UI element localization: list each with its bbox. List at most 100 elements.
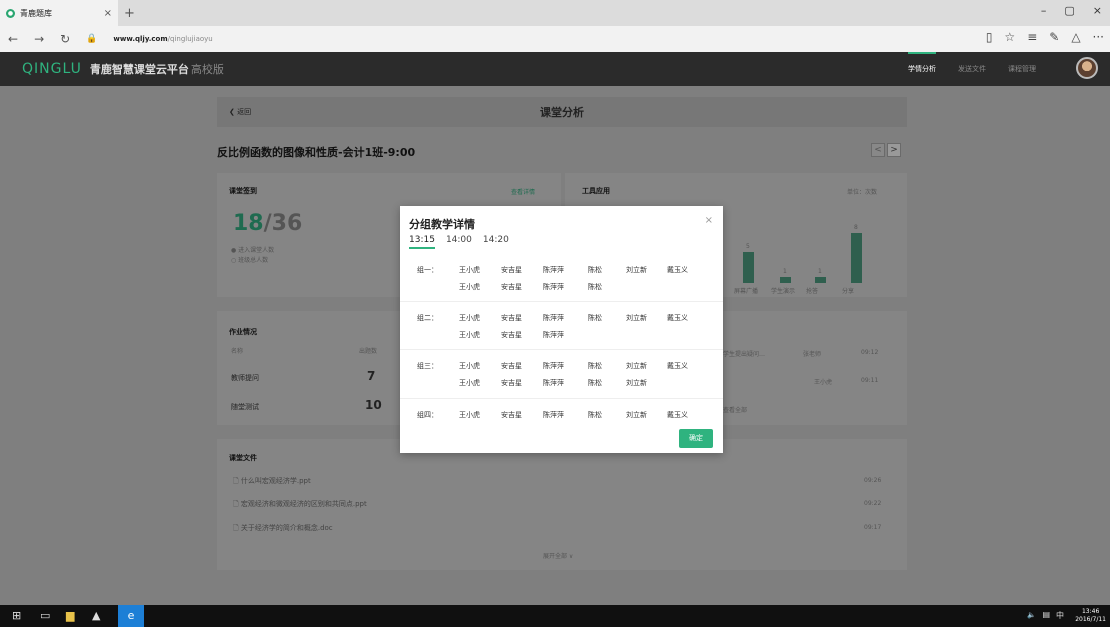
group-member: 陈松 xyxy=(588,379,602,387)
edge-browser-icon[interactable]: e xyxy=(118,605,144,627)
group-member: 戴玉义 xyxy=(667,411,688,419)
group-member: 戴玉义 xyxy=(667,314,688,322)
tool-bar-value: 8 xyxy=(854,224,858,232)
homework-row-count: 7 xyxy=(367,369,376,383)
prev-lesson-button[interactable]: < xyxy=(871,143,885,157)
group-row: 组一： 王小虎 安吉星 陈萍萍 陈松 刘立新 戴玉义 王小虎 安吉星 陈萍萍 陈松 xyxy=(400,254,723,302)
group-member: 王小虎 xyxy=(459,331,480,339)
group-name: 组二： xyxy=(417,314,438,322)
file-time: 09:22 xyxy=(864,500,882,507)
file-name: 什么叫宏观经济学.ppt xyxy=(240,477,311,485)
group-member: 陈萍萍 xyxy=(543,266,564,274)
volume-icon[interactable]: 🔈 xyxy=(1027,611,1036,619)
time-tab[interactable]: 13:15 xyxy=(409,235,435,249)
group-member: 王小虎 xyxy=(459,411,480,419)
tab-title: 青鹿题库 xyxy=(20,8,52,18)
next-lesson-button[interactable]: > xyxy=(887,143,901,157)
tool-bar xyxy=(780,276,791,283)
photos-icon[interactable]: ▲ xyxy=(92,609,100,622)
expand-all-link[interactable]: 展开全部 ∨ xyxy=(543,551,573,560)
nav-course-management[interactable]: 课程管理 xyxy=(1008,64,1036,74)
group-member: 陈萍萍 xyxy=(543,283,564,291)
group-member: 安吉星 xyxy=(501,314,522,322)
time-tabs: 13:15 14:00 14:20 xyxy=(409,235,509,249)
col-count: 出题数 xyxy=(359,348,378,355)
web-note-icon[interactable]: ✎ xyxy=(1049,30,1059,44)
legend-entered-label: 进入课堂人数 xyxy=(238,247,275,254)
tool-bar-value: 5 xyxy=(746,243,750,250)
url-domain: www.qljy.com xyxy=(113,35,168,43)
tool-bar xyxy=(743,252,754,283)
back-button[interactable]: ❮ 返回 xyxy=(229,107,251,117)
minimize-icon[interactable]: – xyxy=(1041,4,1047,17)
clock-time: 13:46 xyxy=(1081,608,1100,615)
homework-row-name: 随堂测试 xyxy=(231,403,259,411)
tool-bar-value: 1 xyxy=(783,267,787,275)
group-member: 安吉星 xyxy=(501,283,522,291)
group-member: 陈萍萍 xyxy=(543,331,564,339)
reading-view-icon[interactable]: ▯ xyxy=(986,30,993,44)
lesson-title: 反比例函数的图像和性质-会计1班-9:00 xyxy=(217,146,416,159)
hub-icon[interactable]: ≡ xyxy=(1027,30,1037,44)
favorite-icon[interactable]: ☆ xyxy=(1004,30,1015,44)
nav-learning-analysis[interactable]: 学情分析 xyxy=(908,52,936,86)
file-item[interactable]: 🗋 关于经济学的简介和概念.doc xyxy=(233,523,333,535)
signin-count: 18/36 xyxy=(233,211,302,236)
system-clock[interactable]: 13:46 2016/7/11 xyxy=(1075,608,1106,624)
page-title: 课堂分析 xyxy=(540,106,584,119)
group-member: 安吉星 xyxy=(501,379,522,387)
group-member: 戴玉义 xyxy=(667,362,688,370)
question-time: 09:11 xyxy=(861,377,879,384)
signin-count-value: 18 xyxy=(233,211,264,236)
view-all-link[interactable]: 查看全部 xyxy=(723,405,747,414)
tools-title: 工具应用 xyxy=(582,187,610,195)
time-tab[interactable]: 14:20 xyxy=(483,235,509,249)
question-time: 09:12 xyxy=(861,349,879,356)
task-view-icon[interactable]: ▭ xyxy=(40,609,50,622)
url-field[interactable]: www.qljy.com/qinglujiaoyu xyxy=(113,35,212,43)
legend-entered: ● 进入课堂人数 xyxy=(231,247,275,254)
confirm-button[interactable]: 确定 xyxy=(679,429,713,448)
back-icon[interactable]: ← xyxy=(8,32,18,46)
file-item[interactable]: 🗋 宏观经济和微观经济的区别和共同点.ppt xyxy=(233,499,367,511)
group-teaching-dialog: 分组教学详情 × 13:15 14:00 14:20 组一： 王小虎 安吉星 陈萍萍陈… xyxy=(400,206,723,453)
share-icon[interactable]: △ xyxy=(1071,30,1080,44)
ime-indicator[interactable]: 中 xyxy=(1056,610,1064,621)
file-explorer-icon[interactable]: ▆ xyxy=(66,609,74,622)
group-member: 陈松 xyxy=(588,362,602,370)
notification-icon[interactable]: ▤ xyxy=(1042,610,1050,619)
maximize-icon[interactable]: ▢ xyxy=(1064,4,1074,17)
group-name: 组三： xyxy=(417,362,438,370)
start-icon[interactable]: ⊞ xyxy=(12,609,21,622)
files-title: 课堂文件 xyxy=(229,454,257,462)
site-favicon-icon: ● xyxy=(6,8,15,18)
dialog-close-icon[interactable]: × xyxy=(705,215,713,226)
group-name: 组一： xyxy=(417,266,438,274)
new-tab-button[interactable]: + xyxy=(124,6,135,21)
signin-total: /36 xyxy=(263,211,303,236)
group-row: 组四： 王小虎 安吉星 陈萍萍 陈松 刘立新 戴玉义 xyxy=(400,399,723,429)
tab-close-icon[interactable]: × xyxy=(104,8,112,19)
legend-total: ○ 班级总人数 xyxy=(231,257,269,264)
more-icon[interactable]: ··· xyxy=(1093,30,1104,44)
tools-unit: 单位：次数 xyxy=(847,189,878,196)
time-tab[interactable]: 14:00 xyxy=(446,235,472,249)
signin-detail-link[interactable]: 查看详情 xyxy=(511,187,535,196)
group-member: 刘立新 xyxy=(626,411,647,419)
homework-row-name: 教师提问 xyxy=(231,374,259,382)
refresh-icon[interactable]: ↻ xyxy=(60,32,70,46)
group-member: 王小虎 xyxy=(459,379,480,387)
group-member: 安吉星 xyxy=(501,331,522,339)
brand-logo: QINGLU xyxy=(22,61,82,77)
browser-tab[interactable]: ● 青鹿题库 × xyxy=(0,0,118,26)
nav-send-files[interactable]: 发送文件 xyxy=(958,64,986,74)
user-avatar[interactable] xyxy=(1076,57,1098,79)
forward-icon[interactable]: → xyxy=(34,32,44,46)
browser-tab-strip: ● 青鹿题库 × + – ▢ × xyxy=(0,0,1110,26)
group-member: 戴玉义 xyxy=(667,266,688,274)
address-bar: ← → ↻ 🔒 www.qljy.com/qinglujiaoyu xyxy=(0,26,1110,52)
group-member: 安吉星 xyxy=(501,266,522,274)
file-item[interactable]: 🗋 什么叫宏观经济学.ppt xyxy=(233,476,311,488)
window-close-icon[interactable]: × xyxy=(1093,4,1102,17)
group-member: 陈松 xyxy=(588,283,602,291)
